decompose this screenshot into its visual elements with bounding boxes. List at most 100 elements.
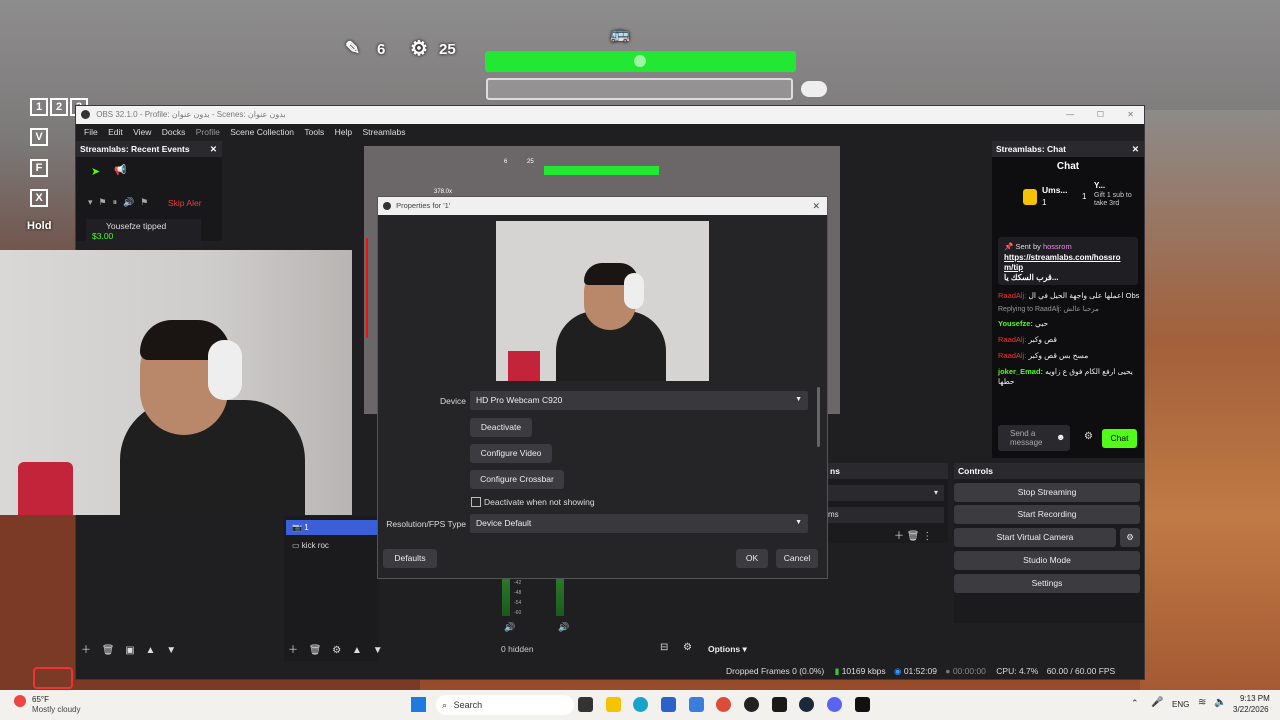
move-up-icon[interactable]: ▲ [352, 645, 362, 656]
language-indicator[interactable]: ENG [1172, 700, 1189, 709]
menu-docks[interactable]: Docks [162, 124, 186, 140]
key-v: V [30, 127, 50, 146]
dialog-scrollbar[interactable] [817, 387, 820, 447]
add-source-icon[interactable]: ＋ [288, 645, 298, 656]
stream-icon: ◉ [894, 666, 902, 676]
windows-start-icon[interactable] [411, 697, 426, 712]
ammo-count: 25 [439, 41, 456, 58]
start-virtual-camera-button[interactable]: Start Virtual Camera [954, 528, 1116, 547]
configure-crossbar-button[interactable]: Configure Crossbar [470, 470, 564, 489]
tray-chevron-icon[interactable]: ⌃ [1131, 698, 1139, 709]
taskbar-search[interactable]: ⌕ Search [436, 695, 574, 715]
shield-icon [634, 55, 646, 67]
menu-profile[interactable]: Profile [196, 124, 220, 140]
stop-streaming-button[interactable]: Stop Streaming [954, 483, 1140, 502]
controls-header: Controls [954, 463, 1144, 479]
virtual-camera-settings-icon[interactable]: ⚙ [1120, 528, 1140, 547]
pin-icon: 📌 [1004, 242, 1014, 251]
obs-taskbar-icon[interactable] [744, 697, 759, 712]
volume-icon[interactable]: 🔊 [558, 622, 569, 633]
speaker-icon[interactable]: 🔈 [1214, 697, 1226, 708]
configure-video-button[interactable]: Configure Video [470, 444, 552, 463]
chat-input-bar[interactable] [486, 78, 793, 100]
weather-icon [14, 695, 26, 707]
source-settings-icon[interactable]: ⚙ [332, 645, 341, 656]
megaphone-icon[interactable]: 📢 [114, 165, 126, 176]
close-icon[interactable]: ✕ [1132, 141, 1139, 157]
mixer-ticks: -42 -48 -54 -60 [514, 580, 522, 616]
wifi-icon[interactable]: ≋ [1198, 697, 1206, 708]
mixer-options-button[interactable]: Options ▾ [708, 644, 747, 655]
gift-user: Y... [1094, 181, 1106, 190]
move-down-icon[interactable]: ▼ [166, 645, 176, 656]
close-icon[interactable]: ✕ [1127, 106, 1134, 124]
pencil-count: 6 [377, 41, 386, 58]
chat-settings-icon[interactable]: ⚙ [1084, 431, 1093, 442]
volume-icon[interactable]: 🔊 [504, 622, 515, 633]
transition-toolbar[interactable]: ＋ 🗑 ⋮ [894, 527, 932, 542]
menu-view[interactable]: View [133, 124, 151, 140]
menu-file[interactable]: File [84, 124, 98, 140]
source-item-2[interactable]: ▭ kick roc [286, 538, 380, 553]
move-down-icon[interactable]: ▼ [373, 645, 383, 656]
pinned-link[interactable]: https://streamlabs.com/hossrom/tip [1004, 253, 1122, 273]
clock-date[interactable]: 3/22/2026 [1233, 705, 1269, 714]
streamlabs-icon[interactable] [772, 697, 787, 712]
steam-icon[interactable] [799, 697, 814, 712]
microphone-icon[interactable]: 🎤 [1151, 697, 1163, 708]
minimize-icon[interactable]: — [1066, 106, 1074, 124]
ok-button[interactable]: OK [736, 549, 768, 568]
file-explorer-icon[interactable] [606, 697, 621, 712]
transition-select[interactable]: ▾ [826, 485, 944, 501]
duration-field[interactable]: ms [826, 507, 944, 523]
chat-send-button[interactable]: Chat [1102, 429, 1137, 448]
start-recording-button[interactable]: Start Recording [954, 505, 1140, 524]
filter-icon[interactable]: ▣ [125, 645, 134, 656]
mixer-settings-icon[interactable]: ⚙ [683, 642, 692, 653]
send-icon[interactable]: ➤ [91, 165, 100, 178]
menu-tools[interactable]: Tools [304, 124, 324, 140]
device-select[interactable]: HD Pro Webcam C920 ▼ [470, 391, 808, 410]
chat-message: RaadAlj: اعملها على واجهة الحيل في ال Ob… [998, 291, 1140, 300]
menu-scene-collection[interactable]: Scene Collection [230, 124, 294, 140]
emoji-icon[interactable]: ☻ [1056, 432, 1065, 442]
skip-alerts-button[interactable]: Skip Aler [168, 198, 202, 208]
remove-source-icon[interactable]: 🗑 [309, 645, 322, 656]
mail-icon[interactable] [689, 697, 704, 712]
menu-help[interactable]: Help [335, 124, 352, 140]
discord-icon[interactable] [827, 697, 842, 712]
maximize-icon[interactable]: ☐ [1097, 106, 1104, 124]
hold-label: Hold [27, 220, 52, 232]
clock-time[interactable]: 9:13 PM [1240, 694, 1270, 703]
move-up-icon[interactable]: ▲ [146, 645, 156, 656]
deactivate-button[interactable]: Deactivate [470, 418, 532, 437]
obs-icon [383, 202, 391, 211]
add-scene-icon[interactable]: ＋ [81, 645, 91, 656]
close-icon[interactable]: ✕ [210, 141, 217, 157]
dialog-titlebar: Properties for '1' ✕ [378, 197, 827, 215]
game-taskbar-icon[interactable] [855, 697, 870, 712]
mixer-meter-2 [556, 576, 564, 616]
chrome-icon[interactable] [716, 697, 731, 712]
deactivate-checkbox[interactable] [471, 497, 481, 507]
cancel-button[interactable]: Cancel [776, 549, 818, 568]
key-x: X [30, 188, 50, 207]
remove-scene-icon[interactable]: 🗑 [102, 645, 115, 656]
store-icon[interactable] [661, 697, 676, 712]
resolution-select[interactable]: Device Default ▼ [470, 514, 808, 533]
mixer-layout-icon[interactable]: ⊟ [660, 642, 668, 653]
studio-mode-button[interactable]: Studio Mode [954, 551, 1140, 570]
chevron-down-icon: ▼ [795, 519, 802, 526]
defaults-button[interactable]: Defaults [383, 549, 437, 568]
event-toolbar-icons[interactable]: ▾⚑⏸🔊⚑ [88, 197, 154, 208]
source-item-1[interactable]: 📷 1 [286, 520, 380, 535]
menu-streamlabs[interactable]: Streamlabs [362, 124, 405, 140]
task-view-icon[interactable] [578, 697, 593, 712]
menu-edit[interactable]: Edit [108, 124, 123, 140]
close-icon[interactable]: ✕ [812, 197, 820, 215]
settings-button[interactable]: Settings [954, 574, 1140, 593]
chat-dock: Streamlabs: Chat ✕ Chat Ums... 1 Y... 1 … [992, 141, 1144, 458]
edge-icon[interactable] [633, 697, 648, 712]
chat-message: RaadAlj: قص وكبر [998, 335, 1057, 344]
pinned-message[interactable]: 📌 Sent by hossrom https://streamlabs.com… [998, 237, 1138, 285]
